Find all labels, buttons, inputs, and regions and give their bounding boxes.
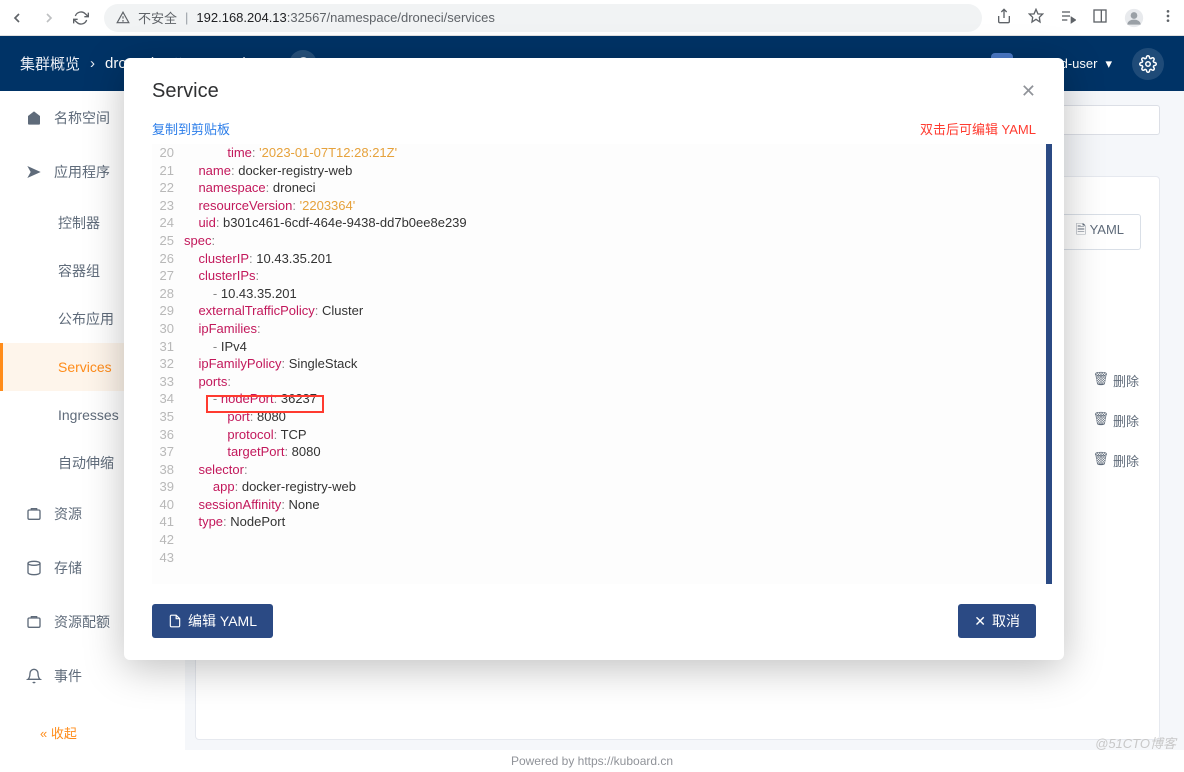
yaml-button[interactable]: 🗎 YAML <box>1059 214 1141 250</box>
code-line: 31 - IPv4 <box>152 338 1046 356</box>
code-line: 37 targetPort: 8080 <box>152 443 1046 461</box>
delete-button-3[interactable]: 🗑 删除 <box>1092 451 1139 470</box>
forward-button[interactable] <box>40 9 58 27</box>
panel-icon[interactable] <box>1092 8 1108 28</box>
code-line: 24 uid: b301c461-6cdf-464e-9438-dd7b0ee8… <box>152 214 1046 232</box>
delete-button-1[interactable]: 🗑 删除 <box>1092 371 1139 390</box>
code-line: 39 app: docker-registry-web <box>152 478 1046 496</box>
code-line: 36 protocol: TCP <box>152 426 1046 444</box>
code-line: 34 - nodePort: 36237 <box>152 390 1046 408</box>
share-icon[interactable] <box>996 8 1012 28</box>
profile-icon[interactable] <box>1124 8 1144 28</box>
code-line: 41 type: NodePort <box>152 513 1046 531</box>
modal-title: Service <box>152 80 219 103</box>
edit-yaml-button[interactable]: 编辑 YAML <box>152 604 273 638</box>
code-line: 27 clusterIPs: <box>152 267 1046 285</box>
code-line: 26 clusterIP: 10.43.35.201 <box>152 250 1046 268</box>
code-line: 23 resourceVersion: '2203364' <box>152 197 1046 215</box>
insecure-label: 不安全 <box>138 8 177 27</box>
insecure-icon <box>116 11 130 25</box>
code-line: 25spec: <box>152 232 1046 250</box>
delete-button-2[interactable]: 🗑 删除 <box>1092 411 1139 430</box>
code-line: 33 ports: <box>152 373 1046 391</box>
browser-toolbar: 不安全 | 192.168.204.13:32567/namespace/dro… <box>0 0 1184 36</box>
code-line: 43 <box>152 549 1046 567</box>
code-line: 40 sessionAffinity: None <box>152 496 1046 514</box>
footer: Powered by https://kuboard.cn <box>0 750 1184 772</box>
code-line: 29 externalTrafficPolicy: Cluster <box>152 302 1046 320</box>
edit-yaml-hint: 双击后可编辑 YAML <box>920 119 1036 138</box>
code-line: 35 port: 8080 <box>152 408 1046 426</box>
code-line: 38 selector: <box>152 461 1046 479</box>
collapse-sidebar-button[interactable]: « 收起 <box>0 723 185 742</box>
close-icon[interactable]: ✕ <box>1021 81 1036 102</box>
breadcrumb-cluster[interactable]: 集群概览 <box>20 53 80 74</box>
reload-button[interactable] <box>72 9 90 27</box>
copy-to-clipboard-link[interactable]: 复制到剪贴板 <box>152 119 230 138</box>
code-line: 42 <box>152 531 1046 549</box>
cancel-button[interactable]: ✕ 取消 <box>958 604 1036 638</box>
watermark: @51CTO博客 <box>1095 733 1176 752</box>
service-yaml-modal: Service ✕ 复制到剪贴板 双击后可编辑 YAML 20 time: '2… <box>124 58 1064 660</box>
more-icon[interactable] <box>1160 8 1176 28</box>
code-line: 30 ipFamilies: <box>152 320 1046 338</box>
code-line: 20 time: '2023-01-07T12:28:21Z' <box>152 144 1046 162</box>
code-line: 21 name: docker-registry-web <box>152 162 1046 180</box>
address-bar[interactable]: 不安全 | 192.168.204.13:32567/namespace/dro… <box>104 4 982 32</box>
code-line: 32 ipFamilyPolicy: SingleStack <box>152 355 1046 373</box>
yaml-editor[interactable]: 20 time: '2023-01-07T12:28:21Z'21 name: … <box>152 144 1052 584</box>
url-text: 192.168.204.13:32567/namespace/droneci/s… <box>196 10 495 25</box>
star-icon[interactable] <box>1028 8 1044 28</box>
settings-button[interactable] <box>1132 48 1164 80</box>
playlist-icon[interactable] <box>1060 8 1076 28</box>
code-line: 22 namespace: droneci <box>152 179 1046 197</box>
code-line: 28 - 10.43.35.201 <box>152 285 1046 303</box>
back-button[interactable] <box>8 9 26 27</box>
